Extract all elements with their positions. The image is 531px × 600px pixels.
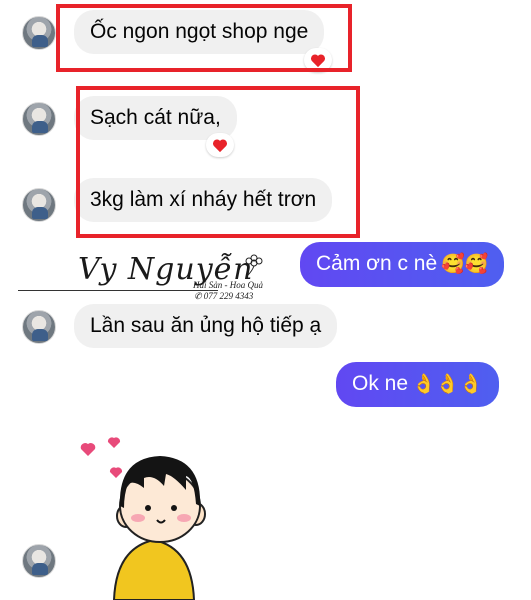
heart-icon bbox=[212, 138, 228, 152]
avatar[interactable] bbox=[22, 16, 56, 50]
watermark-phone: ✆ 077 229 4343 bbox=[194, 291, 253, 302]
message-bubble-outgoing[interactable]: Ok ne 👌👌👌 bbox=[336, 362, 500, 407]
heart-icon bbox=[109, 467, 123, 478]
message-bubble[interactable]: 3kg làm xí nháy hết trơn bbox=[74, 178, 333, 222]
avatar[interactable] bbox=[22, 544, 56, 578]
heart-icon bbox=[107, 437, 121, 448]
message-text: Ok ne bbox=[352, 372, 409, 395]
reaction-badge[interactable] bbox=[304, 48, 332, 72]
watermark-phone-number: 077 229 4343 bbox=[203, 291, 254, 301]
message-bubble[interactable]: Lần sau ăn ủng hộ tiếp ạ bbox=[74, 304, 338, 348]
avatar[interactable] bbox=[22, 102, 56, 136]
ok-hand-emoji: 👌👌👌 bbox=[412, 374, 484, 395]
watermark-tagline: Hải Sản - Hoa Quả bbox=[193, 280, 263, 290]
watermark: Vy Nguyễn Hải Sản - Hoa Quả ✆ 077 229 43… bbox=[18, 248, 280, 308]
message-bubble-outgoing[interactable]: Cảm ơn c nè 🥰🥰 bbox=[300, 242, 505, 287]
phone-icon: ✆ bbox=[194, 291, 202, 301]
flower-icon bbox=[245, 254, 263, 276]
reaction-badge[interactable] bbox=[206, 133, 234, 157]
girl-with-hearts-sticker[interactable] bbox=[74, 428, 234, 600]
heart-icon bbox=[80, 443, 96, 456]
avatar[interactable] bbox=[22, 188, 56, 222]
message-text: Cảm ơn c nè bbox=[316, 252, 438, 275]
smiling-hearts-emoji: 🥰🥰 bbox=[441, 254, 489, 275]
message-text: Lần sau ăn ủng hộ tiếp ạ bbox=[90, 314, 322, 337]
watermark-underline bbox=[18, 290, 218, 291]
message-text: Sạch cát nữa, bbox=[90, 106, 221, 129]
message-bubble[interactable]: Ốc ngon ngọt shop nge bbox=[74, 10, 325, 54]
avatar[interactable] bbox=[22, 310, 56, 344]
message-text: Ốc ngon ngọt shop nge bbox=[90, 20, 309, 43]
heart-icon bbox=[310, 53, 326, 67]
message-text: 3kg làm xí nháy hết trơn bbox=[90, 188, 317, 211]
